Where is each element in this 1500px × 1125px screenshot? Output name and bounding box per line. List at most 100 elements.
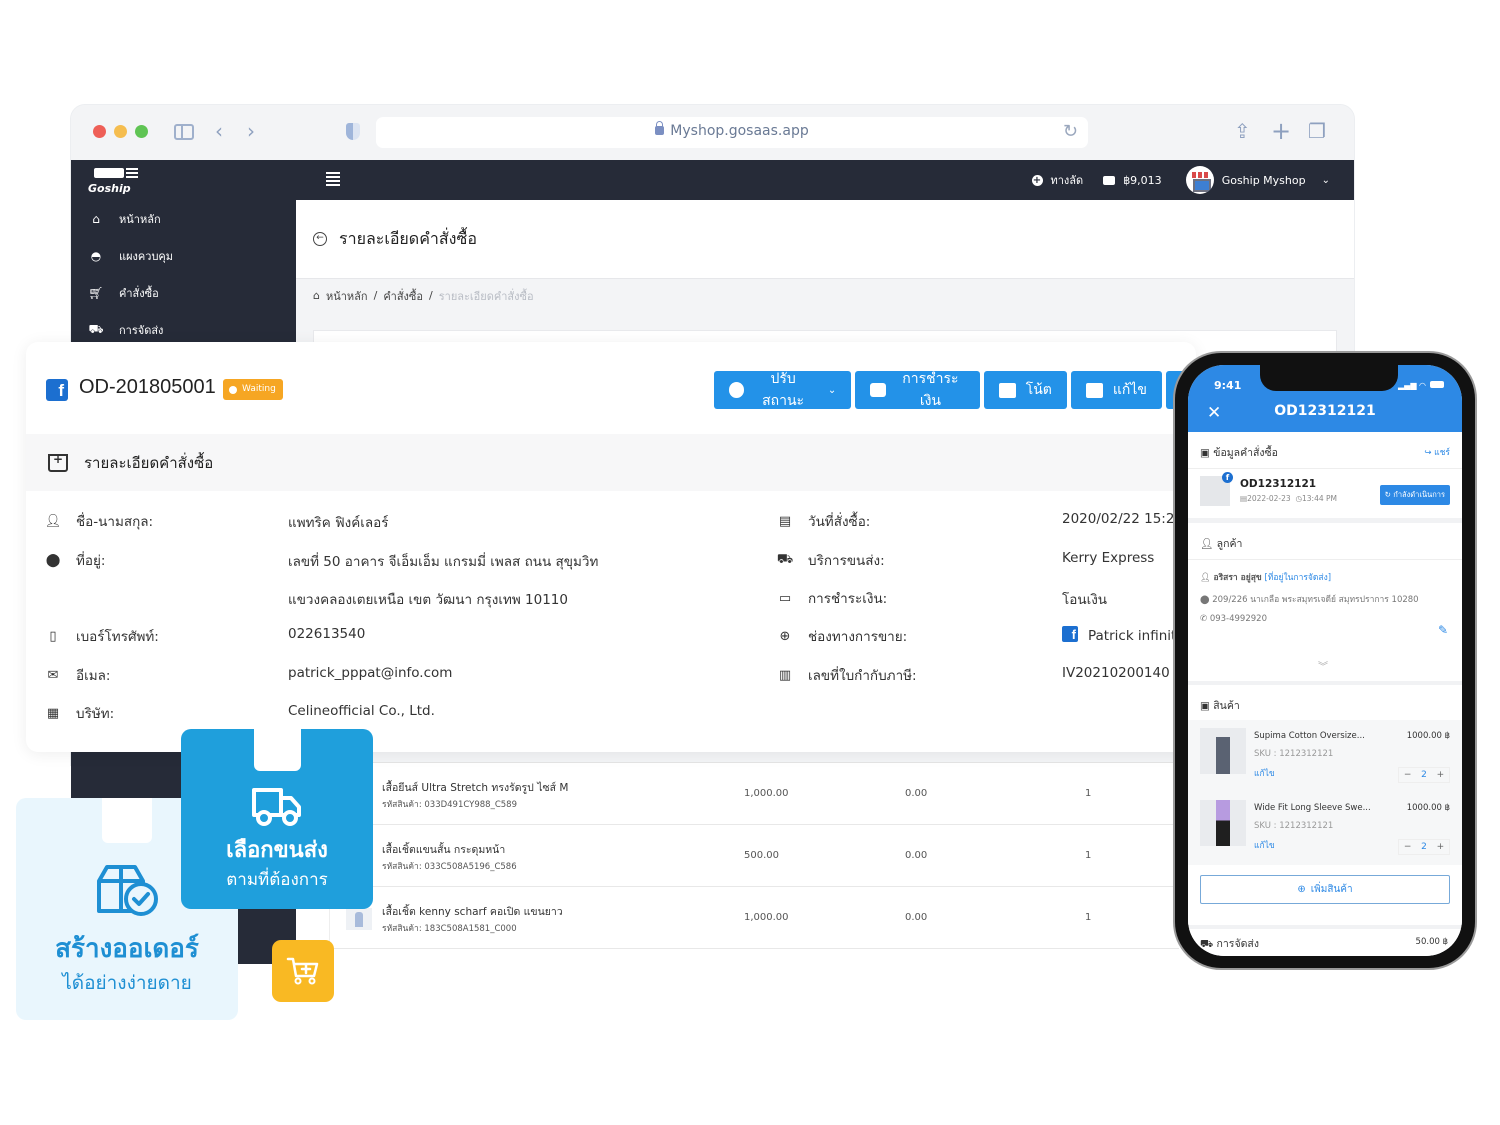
minus-button[interactable]: − xyxy=(1404,842,1412,852)
cart-plus-icon xyxy=(286,957,319,985)
product-thumbnail xyxy=(1200,800,1246,846)
sidebar-item-home[interactable]: ⌂ หน้าหลัก xyxy=(71,200,296,237)
sidebar-item-label: การจัดส่ง xyxy=(119,323,164,337)
product-qty: 1 xyxy=(1085,912,1092,923)
product-qty: 1 xyxy=(1085,788,1092,799)
customer-phone: 093-4992920 xyxy=(1209,614,1267,624)
breadcrumb-home[interactable]: หน้าหลัก xyxy=(326,287,368,305)
plus-button[interactable]: + xyxy=(1437,842,1445,852)
edit-button[interactable]: แก้ไข xyxy=(1070,371,1162,409)
building-icon: ▦ xyxy=(46,705,60,721)
cart-icon: 🛒︎ xyxy=(88,285,104,300)
phone-mockup: 9:41 ▂▄▆ ◠ ✕ OD12312121 ▣ ข้อมูลคำสั่งซื… xyxy=(1175,353,1475,968)
facebook-icon: f xyxy=(46,379,68,401)
quantity-stepper[interactable]: −2 + xyxy=(1398,767,1450,783)
product-thumbnail xyxy=(1200,728,1246,774)
table-row[interactable]: เสื้อเชิ้ต kenny scharf คอเปิด แขนยาว รห… xyxy=(330,887,1179,949)
add-product-button[interactable]: ⊕ เพิ่มสินค้า xyxy=(1200,875,1450,904)
minimize-window-button[interactable] xyxy=(114,125,127,138)
edit-product-link[interactable]: แก้ไข xyxy=(1254,766,1275,780)
close-window-button[interactable] xyxy=(93,125,106,138)
plus-circle-icon: ⊕ xyxy=(1297,884,1306,895)
user-name[interactable]: Goship Myshop xyxy=(1222,174,1306,187)
detail-label: การชำระเงิน: xyxy=(808,591,888,607)
sidebar-item-orders[interactable]: 🛒︎ คำสั่งซื้อ xyxy=(71,274,296,311)
note-icon xyxy=(998,382,1016,398)
expand-chevrons-icon[interactable]: ︾ xyxy=(1318,658,1328,673)
products-card: ▣ สินค้า Supima Cotton Oversize... 1000.… xyxy=(1188,685,1462,925)
table-row[interactable]: เสื้อยีนส์ Ultra Stretch ทรงรัดรูป ไซส์ … xyxy=(330,763,1179,825)
dashboard-icon: ◓ xyxy=(90,248,102,263)
edit-icon xyxy=(1085,382,1103,398)
customer-company: Celineofficial Co., Ltd. xyxy=(288,703,435,719)
new-tab-icon[interactable]: + xyxy=(1271,119,1291,143)
promo-cart-tile xyxy=(272,940,334,1002)
reload-icon[interactable]: ↻ xyxy=(1063,121,1078,142)
product-price: 1000.00 ฿ xyxy=(1406,803,1450,813)
edit-product-link[interactable]: แก้ไข xyxy=(1254,838,1275,852)
order-details: 👤︎ ชื่อ-นามสกุล: แพทริค ฟิงค์เลอร์ ⬤ ที่อย… xyxy=(26,491,1196,751)
mobile-icon: ▯ xyxy=(49,628,57,644)
pencil-icon[interactable]: ✎ xyxy=(1438,623,1448,637)
section-title: การจัดส่ง xyxy=(1216,938,1259,950)
detail-label: อีเมล: xyxy=(76,668,111,684)
quantity-stepper[interactable]: −2 + xyxy=(1398,839,1450,855)
shortcut-link[interactable]: ทางลัด xyxy=(1051,171,1084,189)
tabs-overview-icon[interactable]: ❐ xyxy=(1308,119,1326,143)
globe-icon: ⊕ xyxy=(779,628,791,644)
shipping-address-tag[interactable]: [ที่อยู่ในการจัดส่ง] xyxy=(1264,573,1331,583)
address-bar[interactable]: Myshop.gosaas.app ↻ xyxy=(376,117,1088,148)
detail-row-courier: ⛟ บริการขนส่ง: xyxy=(777,550,885,570)
update-status-button[interactable]: ปรับสถานะ ⌄ xyxy=(714,370,852,409)
customer-phone: 022613540 xyxy=(288,626,366,642)
product-name: เสื้อเชิ้ตแขนสั้น กระดุมหน้า xyxy=(382,844,506,856)
sidebar-item-dashboard[interactable]: ◓ แผงควบคุม xyxy=(71,237,296,274)
lock-icon xyxy=(655,121,665,135)
promo-choose-courier: เลือกขนส่ง ตามที่ต้องการ xyxy=(181,729,373,909)
payment-button[interactable]: การชำระเงิน xyxy=(855,370,980,409)
truck-icon: ⛟ xyxy=(1200,938,1217,950)
maximize-window-button[interactable] xyxy=(135,125,148,138)
sidebar-toggle-icon[interactable] xyxy=(174,124,194,140)
chat-check-icon xyxy=(729,382,745,398)
privacy-shield-icon[interactable] xyxy=(346,123,360,140)
plus-button[interactable]: + xyxy=(1437,770,1445,780)
logo-truck-icon xyxy=(88,166,138,182)
detail-label: เลขที่ใบกำกับภาษี: xyxy=(808,668,917,684)
clipboard-icon: ▣ xyxy=(1200,447,1214,459)
order-info-card: ▣ ข้อมูลคำสั่งซื้อ ↪ แชร์ f OD12312121 ▤… xyxy=(1188,432,1462,518)
table-row[interactable]: เสื้อเชิ้ตแขนสั้น กระดุมหน้า รหัสสินค้า:… xyxy=(330,825,1179,887)
product-name: เสื้อยีนส์ Ultra Stretch ทรงรัดรูป ไซส์ … xyxy=(382,782,569,794)
status-text: Waiting xyxy=(242,384,276,394)
product-discount: 0.00 xyxy=(905,850,928,861)
product-sku: SKU : 1212312121 xyxy=(1254,821,1334,831)
wallet-icon xyxy=(1103,175,1116,185)
share-icon: ↪ xyxy=(1424,448,1435,458)
user-icon: 👤︎ xyxy=(1200,573,1214,583)
chevron-down-icon[interactable]: ⌄ xyxy=(1322,175,1330,186)
back-arrow-icon[interactable]: ‹ xyxy=(215,119,223,143)
section-title: ข้อมูลคำสั่งซื้อ xyxy=(1213,447,1278,459)
truck-icon: ⛟ xyxy=(88,321,104,336)
goship-logo[interactable]: Goship xyxy=(88,166,138,195)
detail-row-payment: ▭ การชำระเงิน: xyxy=(778,588,887,608)
note-button[interactable]: โน้ต xyxy=(983,371,1067,409)
customer-email: patrick_pppat@info.com xyxy=(288,665,453,681)
balance-text[interactable]: ฿9,013 xyxy=(1123,174,1162,187)
share-button[interactable]: ↪ แชร์ xyxy=(1424,445,1450,459)
product-price: 1000.00 ฿ xyxy=(1406,731,1450,741)
product-sku: รหัสสินค้า: 033D491CY988_C589 xyxy=(382,800,517,810)
shop-avatar[interactable] xyxy=(1185,166,1214,194)
quantity-value: 2 xyxy=(1421,770,1427,780)
button-label: เพิ่มสินค้า xyxy=(1310,884,1353,895)
phone-icon: ✆ xyxy=(1200,614,1210,624)
back-circle-icon[interactable]: ← xyxy=(313,232,327,246)
forward-arrow-icon[interactable]: › xyxy=(247,119,255,143)
share-icon[interactable]: ⇪ xyxy=(1234,119,1251,143)
order-detail-card: f OD-201805001 Waiting ปรับสถานะ ⌄ การชำร… xyxy=(26,342,1196,752)
breadcrumb-orders[interactable]: คำสั่งซื้อ xyxy=(383,287,423,305)
hamburger-menu-icon[interactable] xyxy=(326,172,340,186)
shipping-fee: 50.00 ฿ xyxy=(1415,937,1448,947)
phone-screen: 9:41 ▂▄▆ ◠ ✕ OD12312121 ▣ ข้อมูลคำสั่งซื… xyxy=(1188,365,1462,956)
minus-button[interactable]: − xyxy=(1404,770,1412,780)
